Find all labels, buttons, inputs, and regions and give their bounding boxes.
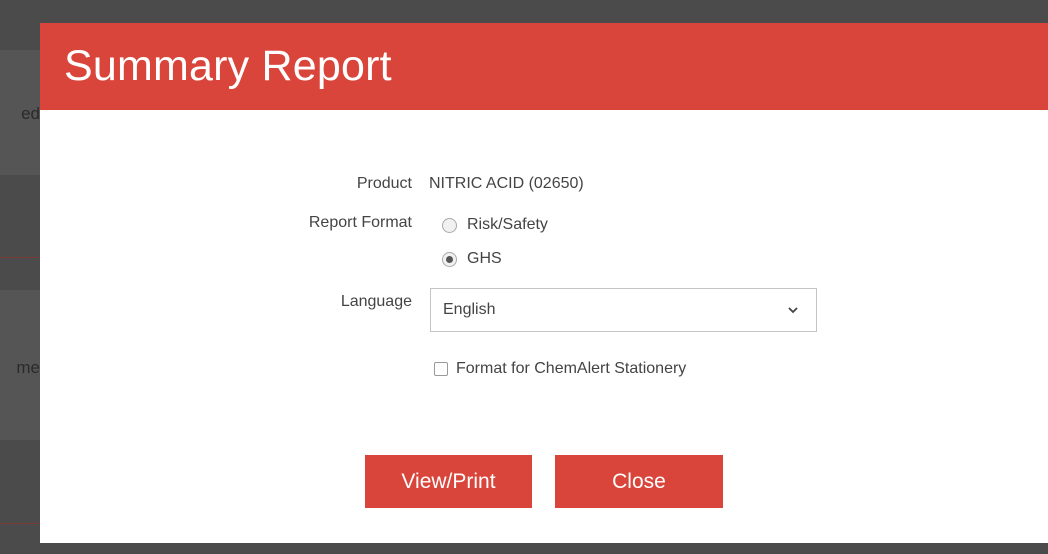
radio-risk-safety[interactable]: Risk/Safety — [442, 216, 548, 234]
background-text: me — [16, 358, 40, 377]
stationery-checkbox-row[interactable]: Format for ChemAlert Stationery — [434, 360, 686, 378]
radio-ghs[interactable]: GHS — [442, 250, 502, 268]
radio-risk-safety-button[interactable] — [442, 217, 457, 233]
report-format-label: Report Format — [308, 214, 412, 231]
radio-ghs-button[interactable] — [442, 251, 457, 267]
stationery-checkbox[interactable] — [434, 362, 448, 376]
language-label: Language — [340, 293, 412, 310]
modal-header: Summary Report — [40, 23, 1048, 110]
chevron-down-icon — [788, 307, 798, 314]
background-divider — [0, 523, 40, 524]
radio-ghs-label: GHS — [467, 250, 502, 267]
background-divider — [0, 257, 40, 258]
view-print-button[interactable]: View/Print — [365, 455, 532, 508]
close-button[interactable]: Close — [555, 455, 723, 508]
language-select-value: English — [443, 301, 496, 318]
language-select[interactable]: English — [430, 288, 817, 332]
summary-report-modal: Summary Report Product NITRIC ACID (0265… — [40, 23, 1048, 543]
radio-risk-safety-label: Risk/Safety — [467, 216, 548, 233]
product-label: Product — [356, 175, 412, 192]
modal-title: Summary Report — [64, 42, 392, 90]
stationery-checkbox-label: Format for ChemAlert Stationery — [456, 360, 687, 377]
background-text: ed — [21, 104, 40, 123]
product-value: NITRIC ACID (02650) — [429, 175, 584, 192]
